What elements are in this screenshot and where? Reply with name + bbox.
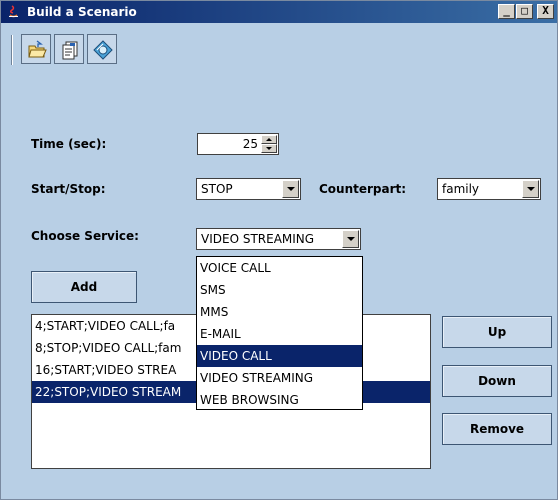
title-bar[interactable]: Build a Scenario _ □ X bbox=[1, 1, 557, 23]
service-select[interactable]: VIDEO STREAMING bbox=[196, 228, 361, 250]
toolbar bbox=[1, 24, 557, 74]
dropdown-option[interactable]: E-MAIL bbox=[197, 323, 362, 345]
close-button[interactable]: X bbox=[537, 4, 554, 19]
counterpart-label: Counterpart: bbox=[319, 182, 407, 196]
time-value[interactable]: 25 bbox=[243, 137, 258, 151]
window-title: Build a Scenario bbox=[27, 5, 137, 19]
down-button[interactable]: Down bbox=[442, 365, 552, 397]
save-file-button[interactable] bbox=[54, 34, 84, 64]
dropdown-option[interactable]: WEB BROWSING bbox=[197, 389, 362, 411]
chevron-down-icon[interactable] bbox=[342, 230, 359, 248]
dropdown-option[interactable]: VOICE CALL bbox=[197, 257, 362, 279]
dropdown-option[interactable]: VIDEO CALL bbox=[197, 345, 362, 367]
service-label: Choose Service: bbox=[31, 229, 139, 243]
maximize-button[interactable]: □ bbox=[516, 4, 533, 19]
add-button[interactable]: Add bbox=[31, 271, 137, 303]
toolbar-separator bbox=[11, 35, 13, 65]
dropdown-option[interactable]: VIDEO STREAMING bbox=[197, 367, 362, 389]
spinner-up-arrow-icon[interactable] bbox=[261, 135, 277, 144]
spinner-buttons bbox=[261, 135, 277, 153]
open-file-button[interactable] bbox=[21, 34, 51, 64]
startstop-select[interactable]: STOP bbox=[196, 178, 301, 200]
remove-button[interactable]: Remove bbox=[442, 413, 552, 445]
counterpart-value: family bbox=[442, 182, 480, 196]
dropdown-option[interactable]: SMS bbox=[197, 279, 362, 301]
dropdown-option[interactable]: MMS bbox=[197, 301, 362, 323]
time-label: Time (sec): bbox=[31, 137, 107, 151]
startstop-value: STOP bbox=[201, 182, 233, 196]
chevron-down-icon[interactable] bbox=[522, 180, 539, 198]
service-dropdown-list[interactable]: VOICE CALL SMS MMS E-MAIL VIDEO CALL VIDEO ST… bbox=[196, 256, 363, 410]
minimize-button[interactable]: _ bbox=[498, 4, 515, 19]
java-app-icon bbox=[6, 4, 21, 19]
spinner-down-arrow-icon[interactable] bbox=[261, 144, 277, 153]
time-spinner[interactable]: 25 bbox=[197, 133, 279, 155]
up-button[interactable]: Up bbox=[442, 316, 552, 348]
counterpart-select[interactable]: family bbox=[437, 178, 541, 200]
startstop-label: Start/Stop: bbox=[31, 182, 106, 196]
chevron-down-icon[interactable] bbox=[282, 180, 299, 198]
service-value: VIDEO STREAMING bbox=[201, 232, 315, 246]
build-scenario-window: Build a Scenario _ □ X Time (sec): 25 St… bbox=[0, 0, 558, 500]
run-button[interactable] bbox=[87, 34, 117, 64]
